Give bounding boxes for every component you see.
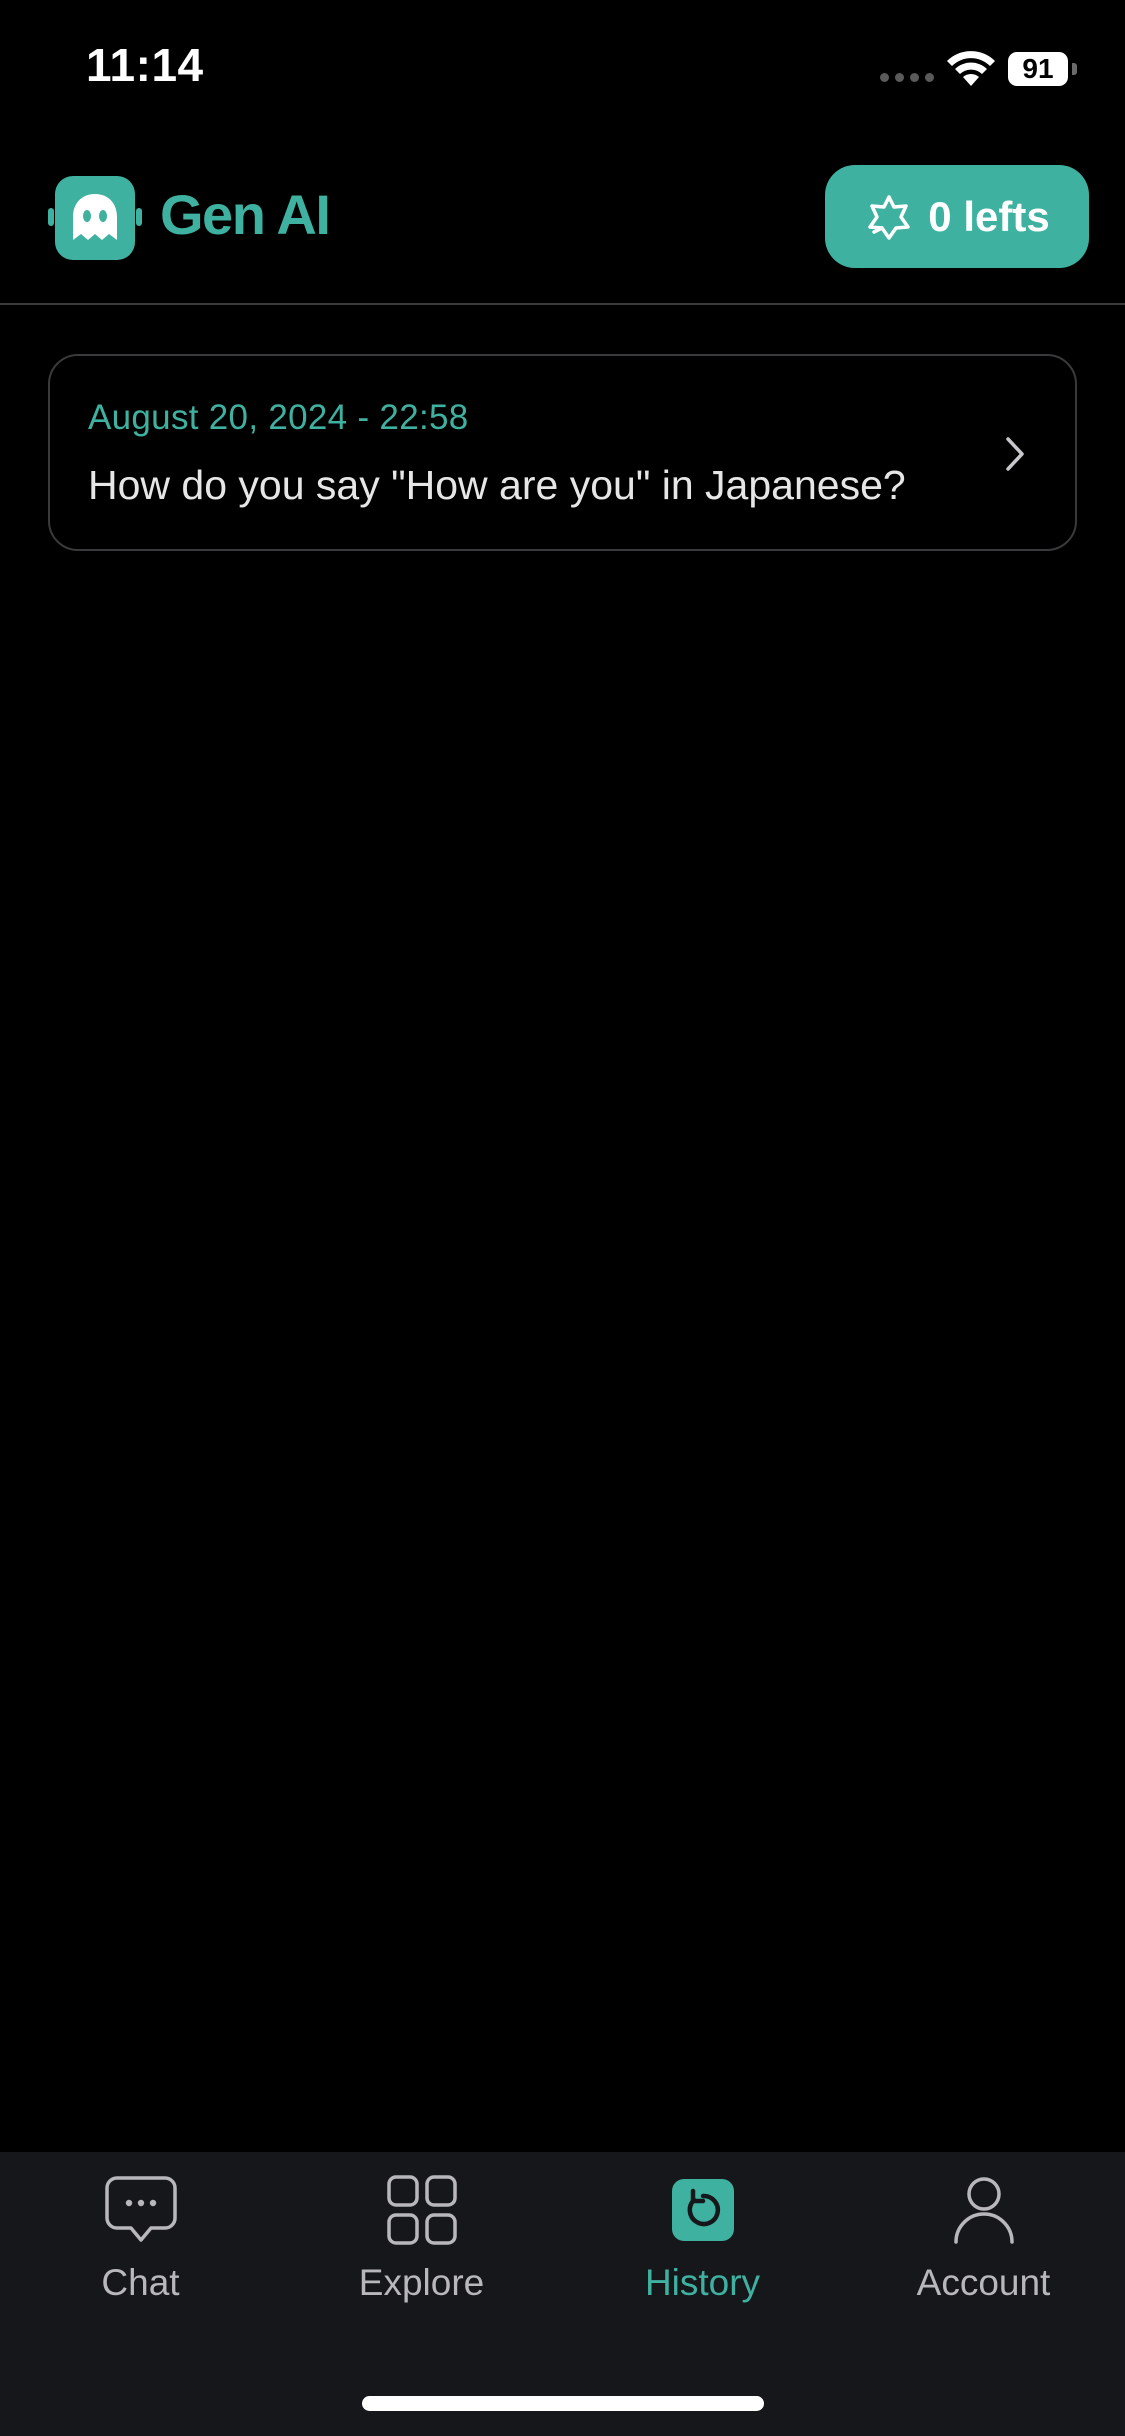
battery-icon: 91 [1008, 52, 1068, 86]
chevron-right-icon [1006, 437, 1024, 471]
app-title: Gen AI [160, 183, 331, 246]
tab-chat[interactable]: Chat [0, 2152, 281, 2332]
chat-bubble-icon [104, 2176, 177, 2242]
history-item[interactable]: August 20, 2024 - 22:58 How do you say "… [48, 354, 1077, 551]
history-icon [671, 2179, 734, 2241]
home-indicator [362, 2396, 764, 2411]
cellular-signal-icon [880, 73, 934, 82]
battery-tip [1072, 63, 1077, 75]
tab-chat-label: Chat [101, 2262, 180, 2303]
tab-explore-label: Explore [358, 2262, 485, 2303]
status-bar: 11:14 91 [0, 0, 1125, 140]
tab-bar: Chat Explore History Account [0, 2152, 1125, 2436]
history-item-date: August 20, 2024 - 22:58 [88, 398, 469, 437]
credits-button[interactable]: 0 lefts [825, 165, 1089, 268]
ghost-chat-logo-icon [48, 176, 142, 260]
history-item-question: How do you say "How are you" in Japanese… [88, 462, 906, 508]
badge-star-icon [868, 194, 911, 240]
person-icon [953, 2177, 1014, 2244]
tab-account[interactable]: Account [843, 2152, 1124, 2332]
history-list: August 20, 2024 - 22:58 How do you say "… [48, 354, 1077, 551]
grid-icon [386, 2175, 457, 2245]
header-divider [0, 303, 1125, 305]
status-time: 11:14 [86, 39, 204, 91]
app-header: Gen AI 0 lefts [0, 140, 1125, 304]
tab-account-label: Account [916, 2262, 1051, 2303]
credits-label: 0 lefts [928, 192, 1050, 240]
tab-history[interactable]: History [562, 2152, 843, 2332]
tab-explore[interactable]: Explore [281, 2152, 562, 2332]
tab-history-label: History [644, 2262, 761, 2303]
wifi-icon [947, 51, 995, 86]
